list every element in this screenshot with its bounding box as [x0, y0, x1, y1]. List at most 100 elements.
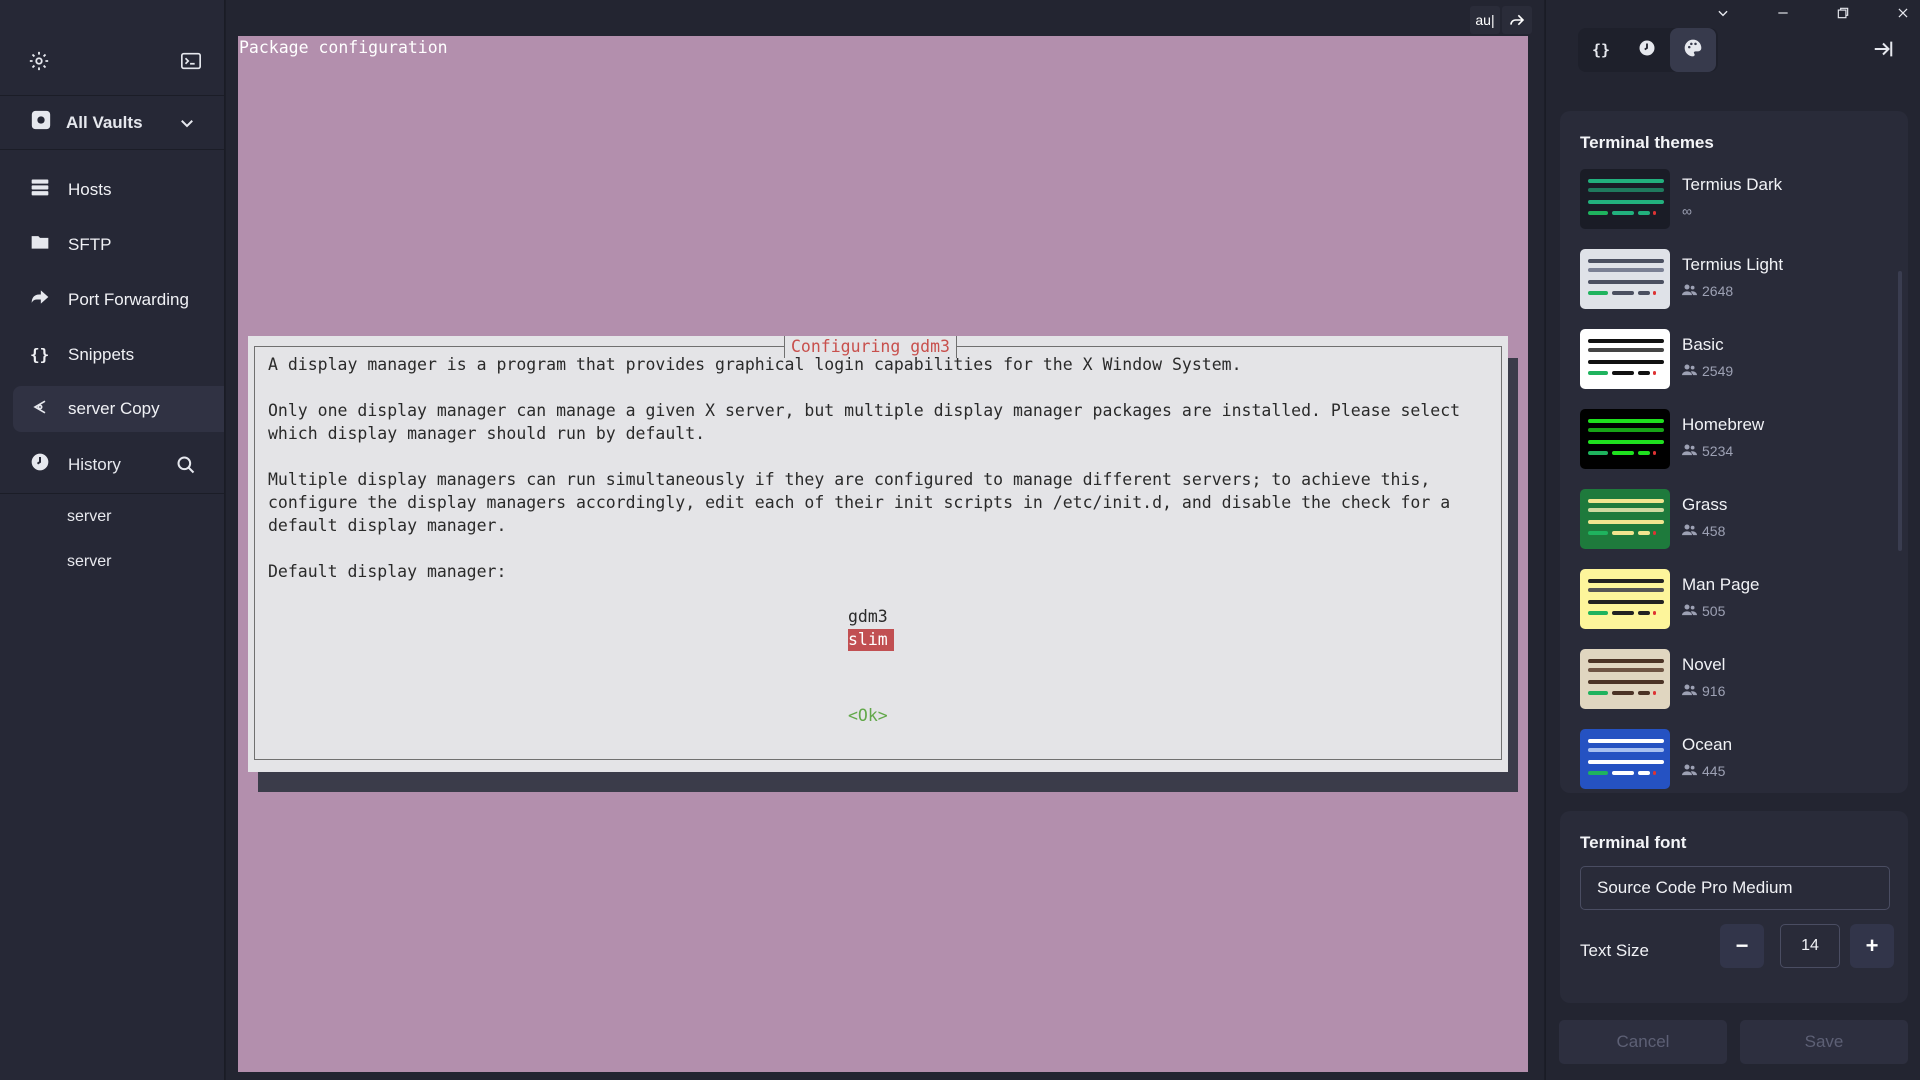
font-select[interactable]: Source Code Pro Medium: [1580, 866, 1890, 910]
clock-icon: [1638, 39, 1656, 62]
config-dialog: Configuring gdm3 A display manager is a …: [248, 336, 1508, 772]
share-arrow-icon[interactable]: [1502, 6, 1532, 34]
theme-thumbnail: [1580, 249, 1670, 309]
theme-thumbnail: [1580, 489, 1670, 549]
theme-item[interactable]: Homebrew 5234: [1580, 409, 1764, 471]
sidebar-nav: Hosts SFTP Port Forwarding {} Snippets s…: [0, 150, 224, 432]
users-icon: [1682, 603, 1697, 619]
sidebar: All Vaults Hosts SFTP Port Forwarding {}…: [0, 0, 225, 1080]
terminal-area: au| Package configuration Configuring gd…: [226, 0, 1544, 1080]
themes-card: Terminal themes Termius Dark ∞ Termius Lig…: [1560, 111, 1908, 793]
users-icon: [1682, 363, 1697, 379]
theme-usage-count: 2648: [1702, 283, 1734, 299]
terminal-title: Package configuration: [239, 38, 448, 57]
theme-item[interactable]: Ocean 445: [1580, 729, 1732, 791]
braces-icon: {}: [1591, 41, 1611, 59]
search-icon[interactable]: [176, 455, 196, 480]
vault-icon: [30, 109, 52, 136]
dialog-text: Multiple display managers can run simult…: [268, 470, 1431, 489]
ok-button[interactable]: <Ok>: [848, 706, 888, 725]
theme-item[interactable]: Termius Dark ∞: [1580, 169, 1782, 231]
theme-usage: 2648: [1682, 283, 1783, 299]
theme-name: Homebrew: [1682, 415, 1765, 434]
theme-name: Basic: [1682, 335, 1724, 354]
decrease-size-button[interactable]: −: [1720, 924, 1764, 968]
sidebar-item-label: Hosts: [68, 179, 112, 199]
theme-item[interactable]: Termius Light 2648: [1580, 249, 1783, 311]
close-icon[interactable]: [1896, 6, 1910, 25]
history-item[interactable]: server: [0, 539, 224, 584]
theme-info: Basic 2549: [1682, 335, 1733, 391]
session-icon: [30, 397, 50, 422]
text-size-input[interactable]: 14: [1780, 924, 1840, 968]
theme-item[interactable]: Man Page 505: [1580, 569, 1760, 631]
theme-name: Termius Dark: [1682, 175, 1783, 194]
theme-usage-count: ∞: [1682, 203, 1692, 219]
theme-name: Man Page: [1682, 575, 1760, 594]
theme-item[interactable]: Grass 458: [1580, 489, 1727, 551]
sidebar-item-label: server Copy: [68, 399, 160, 418]
cancel-button[interactable]: Cancel: [1559, 1020, 1727, 1064]
terminal-icon[interactable]: [180, 50, 202, 72]
increase-size-button[interactable]: +: [1850, 924, 1894, 968]
theme-name: Novel: [1682, 655, 1726, 674]
font-title: Terminal font: [1580, 833, 1687, 852]
theme-name: Ocean: [1682, 735, 1733, 754]
restore-icon[interactable]: [1836, 6, 1850, 25]
theme-info: Termius Dark ∞: [1682, 175, 1782, 231]
theme-item[interactable]: Basic 2549: [1580, 329, 1733, 391]
settings-panel: {} Terminal themes Termius Dark ∞ Termius …: [1545, 0, 1920, 1080]
minimize-icon[interactable]: [1776, 6, 1790, 25]
theme-info: Termius Light 2648: [1682, 255, 1783, 311]
save-button[interactable]: Save: [1740, 1020, 1908, 1064]
chevron-down-icon[interactable]: [1716, 6, 1730, 25]
theme-info: Novel 916: [1682, 655, 1725, 711]
theme-usage-count: 505: [1702, 603, 1726, 619]
terminal-screen[interactable]: Package configuration Configuring gdm3 A…: [238, 36, 1528, 1072]
theme-info: Man Page 505: [1682, 575, 1760, 631]
sidebar-item-sftp[interactable]: SFTP: [0, 217, 224, 272]
theme-thumbnail: [1580, 729, 1670, 789]
option-gdm3[interactable]: gdm3: [848, 606, 888, 628]
text-cursor-button[interactable]: au|: [1470, 6, 1500, 34]
sidebar-item-port-forwarding[interactable]: Port Forwarding: [0, 272, 224, 327]
theme-thumbnail: [1580, 329, 1670, 389]
theme-info: Ocean 445: [1682, 735, 1732, 791]
vault-selector[interactable]: All Vaults: [0, 96, 224, 150]
theme-usage: 916: [1682, 683, 1725, 699]
sidebar-item-label: Snippets: [68, 344, 135, 364]
theme-thumbnail: [1580, 649, 1670, 709]
sidebar-item-hosts[interactable]: Hosts: [0, 162, 224, 217]
dialog-text: Default display manager:: [268, 562, 507, 581]
dialog-text: A display manager is a program that prov…: [268, 355, 1242, 374]
history-tab[interactable]: [1624, 28, 1670, 72]
gear-icon[interactable]: [28, 50, 50, 72]
sidebar-item-label: Port Forwarding: [68, 289, 189, 309]
users-icon: [1682, 763, 1697, 779]
theme-item[interactable]: Novel 916: [1580, 649, 1725, 711]
themes-scrollbar[interactable]: [1898, 271, 1902, 551]
snippets-tab[interactable]: {}: [1578, 28, 1624, 72]
hosts-icon: [30, 177, 50, 202]
theme-name: Termius Light: [1682, 255, 1784, 274]
chevron-down-icon[interactable]: [178, 114, 196, 137]
collapse-panel-icon[interactable]: [1872, 38, 1894, 65]
themes-tab[interactable]: [1670, 28, 1716, 72]
braces-icon: {}: [30, 345, 50, 364]
history-header[interactable]: History: [0, 436, 224, 494]
theme-thumbnail: [1580, 569, 1670, 629]
clock-icon: [30, 452, 50, 477]
theme-info: Homebrew 5234: [1682, 415, 1764, 471]
font-card: Terminal font Source Code Pro Medium Tex…: [1560, 811, 1908, 1003]
users-icon: [1682, 443, 1697, 459]
terminal-toolbar: au|: [1470, 6, 1532, 34]
option-slim[interactable]: slim: [848, 629, 894, 651]
palette-icon: [1683, 38, 1703, 63]
sidebar-item-snippets[interactable]: {} Snippets: [0, 327, 224, 382]
users-icon: [1682, 283, 1697, 299]
theme-usage-count: 916: [1702, 683, 1726, 699]
history-item[interactable]: server: [0, 494, 224, 539]
theme-usage: 5234: [1682, 443, 1764, 459]
sidebar-item-session[interactable]: server Copy: [13, 386, 224, 432]
forward-arrow-icon: [30, 287, 50, 312]
